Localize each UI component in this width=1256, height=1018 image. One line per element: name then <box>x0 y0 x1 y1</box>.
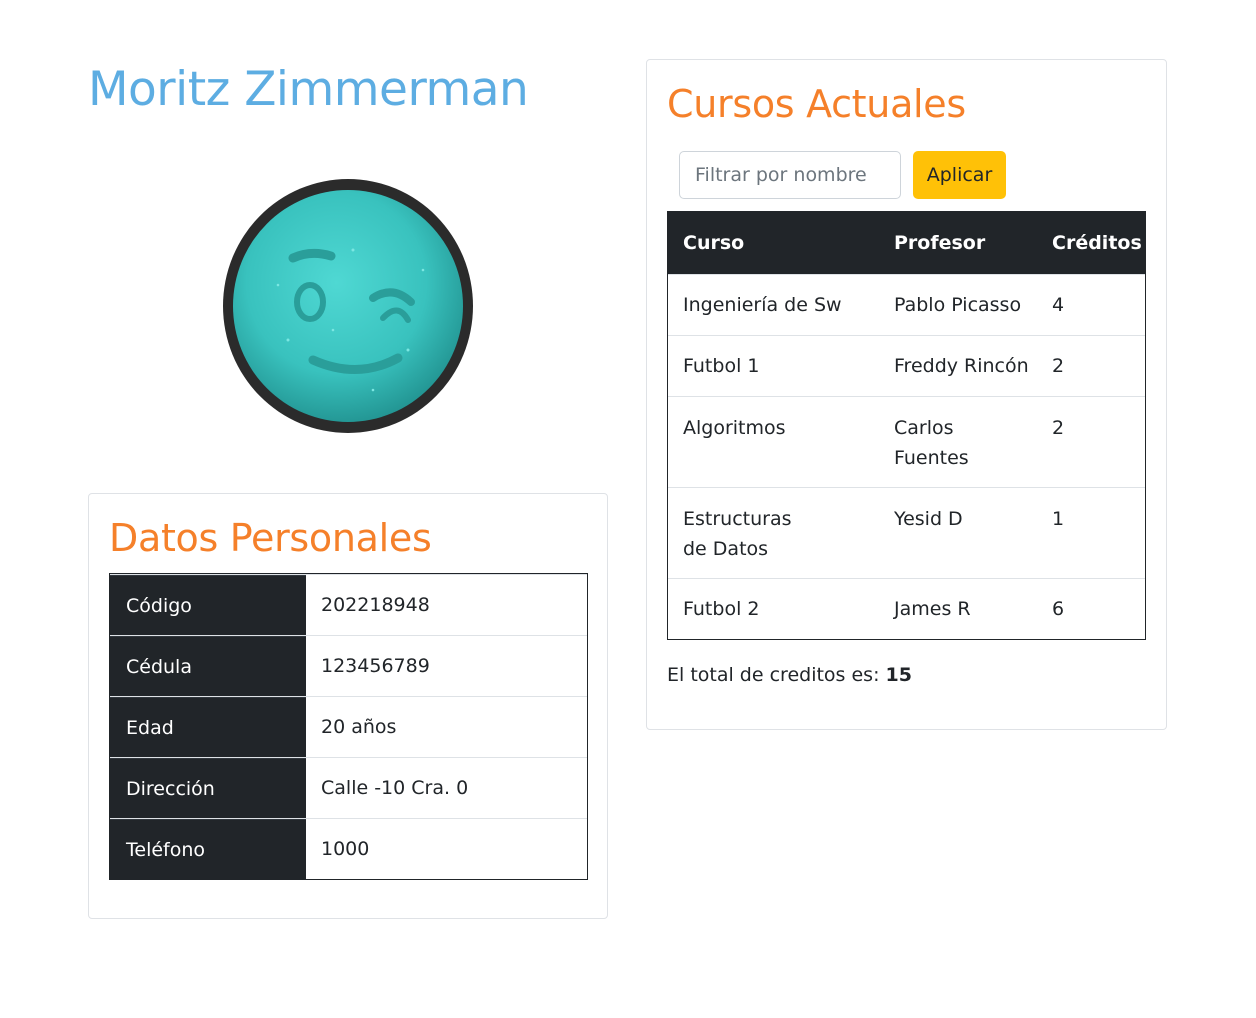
course-name: Futbol 2 <box>683 598 760 620</box>
course-credits: 4 <box>1052 294 1065 316</box>
total-credits-label: El total de creditos es: <box>667 664 880 686</box>
current-courses-card: Cursos Actuales Aplicar Curso Profesor C… <box>646 59 1167 730</box>
personal-value: Calle -10 Cra. 0 <box>321 777 469 799</box>
current-courses-title: Cursos Actuales <box>667 82 966 126</box>
course-professor: James R <box>894 598 971 620</box>
total-credits-value: 15 <box>885 664 912 686</box>
personal-value: 20 años <box>321 716 397 738</box>
header-course: Curso <box>683 232 745 254</box>
courses-table-header: Curso Profesor Créditos <box>668 212 1145 274</box>
personal-data-table: Código 202218948 Cédula 123456789 Edad 2… <box>109 573 588 880</box>
course-professor: Carlos Fuentes <box>894 417 969 469</box>
course-professor: Pablo Picasso <box>894 294 1022 316</box>
personal-label: Cédula <box>110 636 306 696</box>
personal-label: Teléfono <box>110 819 306 879</box>
personal-label: Dirección <box>110 758 306 818</box>
table-row: Futbol 1 Freddy Rincón 2 <box>668 335 1145 396</box>
course-professor: Freddy Rincón <box>894 355 1029 377</box>
personal-row-telefono: Teléfono 1000 <box>110 818 587 879</box>
course-name: Ingeniería de Sw <box>683 294 842 316</box>
apply-filter-button[interactable]: Aplicar <box>913 151 1006 199</box>
courses-table: Curso Profesor Créditos Ingeniería de Sw… <box>667 211 1146 640</box>
personal-label: Código <box>110 575 306 635</box>
student-name: Moritz Zimmerman <box>88 62 529 117</box>
student-profile-page: Moritz Zimmerman Datos Personales Código… <box>0 0 1256 1018</box>
course-name: Estructuras de Datos <box>683 508 792 560</box>
personal-data-card: Datos Personales Código 202218948 Cédula… <box>88 493 608 919</box>
personal-value: 202218948 <box>321 594 430 616</box>
course-name: Futbol 1 <box>683 355 760 377</box>
personal-value: 123456789 <box>321 655 430 677</box>
course-professor: Yesid D <box>894 508 963 530</box>
personal-row-cedula: Cédula 123456789 <box>110 635 587 696</box>
personal-label: Edad <box>110 697 306 757</box>
course-credits: 2 <box>1052 355 1065 377</box>
header-credits: Créditos <box>1052 232 1142 254</box>
winking-face-pill-image <box>233 190 463 422</box>
course-name: Algoritmos <box>683 417 786 439</box>
table-row: Estructuras de Datos Yesid D 1 <box>668 487 1145 578</box>
table-row: Futbol 2 James R 6 <box>668 578 1145 639</box>
personal-data-title: Datos Personales <box>109 516 432 560</box>
table-row: Algoritmos Carlos Fuentes 2 <box>668 396 1145 487</box>
filter-by-name-input[interactable] <box>679 151 901 199</box>
course-credits: 2 <box>1052 417 1065 439</box>
course-credits: 1 <box>1052 508 1065 530</box>
avatar <box>223 179 473 433</box>
personal-value: 1000 <box>321 838 370 860</box>
table-row: Ingeniería de Sw Pablo Picasso 4 <box>668 274 1145 335</box>
total-credits: El total de creditos es: 15 <box>667 664 912 686</box>
personal-row-direccion: Dirección Calle -10 Cra. 0 <box>110 757 587 818</box>
course-credits: 6 <box>1052 598 1065 620</box>
personal-row-codigo: Código 202218948 <box>110 574 587 635</box>
personal-row-edad: Edad 20 años <box>110 696 587 757</box>
header-professor: Profesor <box>894 232 986 254</box>
